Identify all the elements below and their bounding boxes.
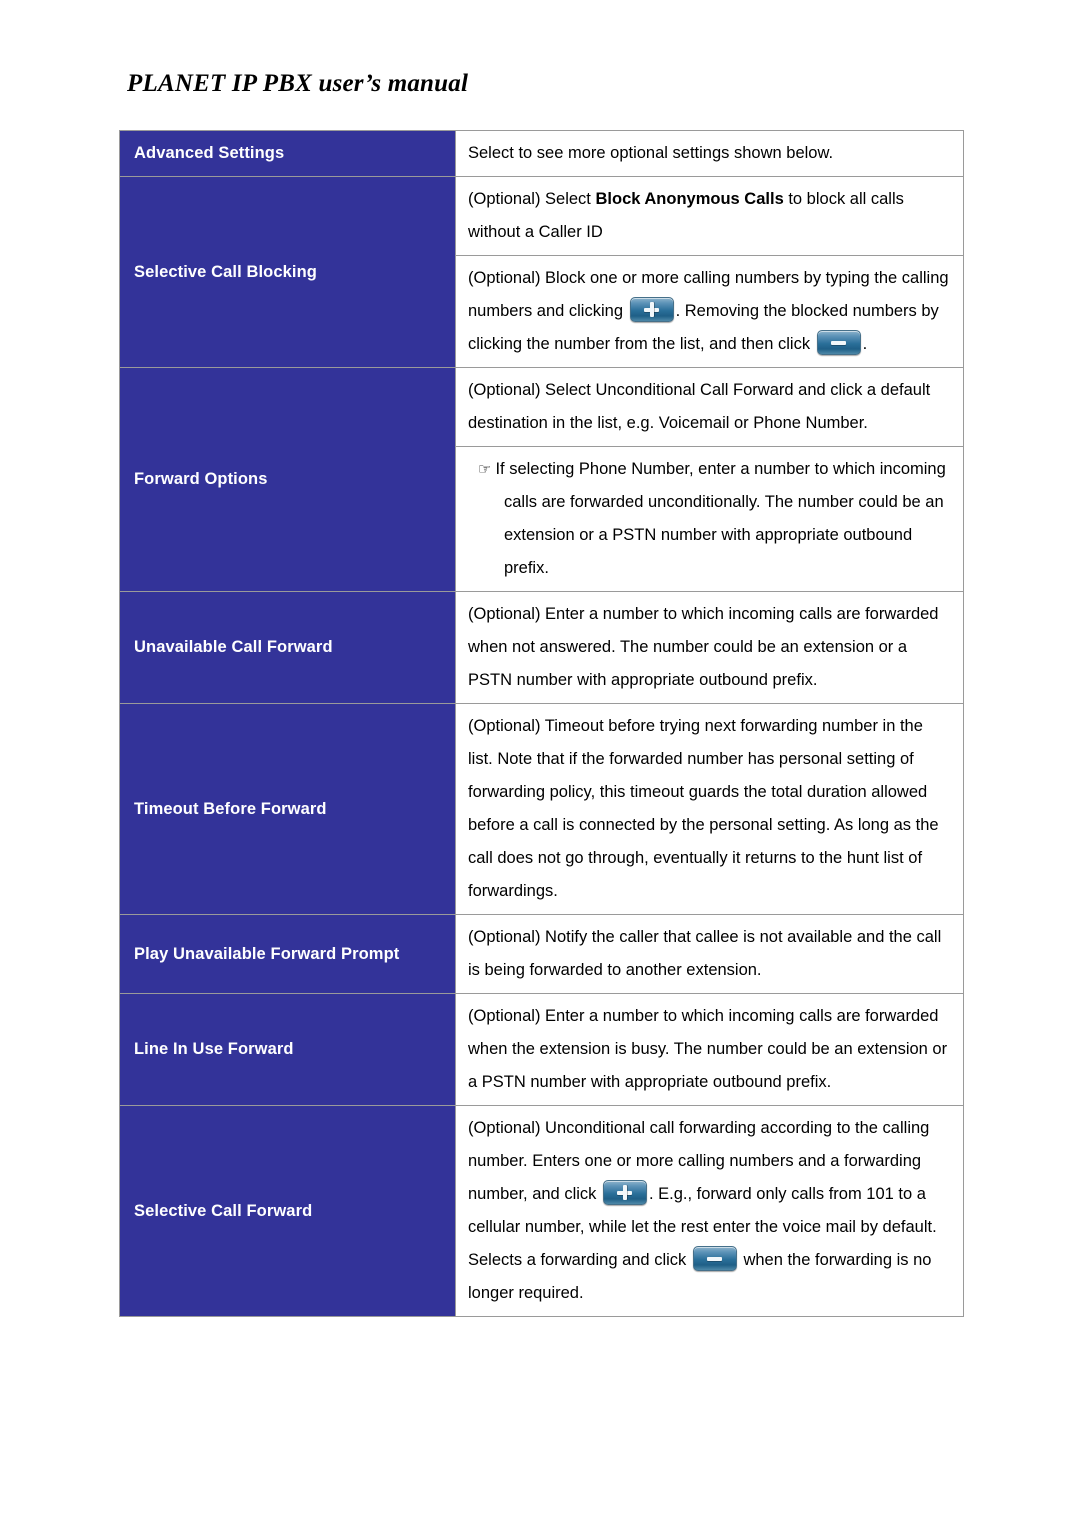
setting-label-cell: Selective Call Blocking <box>119 176 456 368</box>
setting-description-cell: (Optional) Unconditional call forwarding… <box>455 1105 964 1317</box>
setting-description-cell: (Optional) Select Unconditional Call For… <box>455 367 964 447</box>
description-text: . <box>862 335 868 353</box>
settings-description-table: Advanced Settings Select to see more opti… <box>119 130 964 1317</box>
table-row: Selective Call Forward (Optional) Uncondi… <box>119 1105 964 1317</box>
table-row: Advanced Settings Select to see more opti… <box>119 130 964 177</box>
table-row: Forward Options (Optional) Select Uncondi… <box>119 367 964 592</box>
setting-label-cell: Selective Call Forward <box>119 1105 456 1317</box>
setting-description-cell: ☞ If selecting Phone Number, enter a numb… <box>455 446 964 592</box>
description-paragraph: (Optional) Select Unconditional Call For… <box>468 381 931 432</box>
setting-description-cell: (Optional) Enter a number to which incom… <box>455 591 964 704</box>
page-title: PLANET IP PBX user’s manual <box>127 70 469 97</box>
table-row: Unavailable Call Forward (Optional) Enter… <box>119 591 964 704</box>
setting-label-cell: Forward Options <box>119 367 456 592</box>
plus-button-icon[interactable] <box>629 297 674 322</box>
setting-label-cell: Line In Use Forward <box>119 993 456 1106</box>
description-text: (Optional) Select <box>468 190 596 208</box>
description-text: If selecting Phone Number, enter a numbe… <box>495 460 946 577</box>
description-paragraph: (Optional) Notify the caller that callee… <box>468 928 942 979</box>
description-paragraph: ☞ If selecting Phone Number, enter a numb… <box>468 453 951 585</box>
minus-button-icon[interactable] <box>692 1246 737 1271</box>
setting-label: Line In Use Forward <box>134 1040 294 1059</box>
setting-description-cell: Select to see more optional settings sho… <box>455 130 964 177</box>
description-paragraph: (Optional) Enter a number to which incom… <box>468 605 939 689</box>
document-page: PLANET IP PBX user’s manual Advanced Set… <box>0 0 1080 1527</box>
description-paragraph: (Optional) Timeout before trying next fo… <box>468 717 939 900</box>
table-row: Play Unavailable Forward Prompt (Optional… <box>119 914 964 994</box>
setting-label: Advanced Settings <box>134 144 285 163</box>
setting-description-cell: (Optional) Notify the caller that callee… <box>455 914 964 994</box>
description-paragraph: Select to see more optional settings sho… <box>468 144 834 162</box>
table-row: Line In Use Forward (Optional) Enter a nu… <box>119 993 964 1106</box>
setting-label: Play Unavailable Forward Prompt <box>134 944 400 963</box>
setting-label: Selective Call Blocking <box>134 262 317 281</box>
description-paragraph: (Optional) Select Block Anonymous Calls … <box>468 183 951 249</box>
setting-description-cell: (Optional) Select Block Anonymous Calls … <box>455 176 964 256</box>
setting-label: Timeout Before Forward <box>134 799 327 818</box>
emphasised-term: Block Anonymous Calls <box>595 190 784 208</box>
setting-label-cell: Unavailable Call Forward <box>119 591 456 704</box>
setting-label: Unavailable Call Forward <box>134 638 333 657</box>
setting-description-cell: (Optional) Timeout before trying next fo… <box>455 703 964 915</box>
minus-button-icon[interactable] <box>816 330 861 355</box>
setting-description-cell: (Optional) Enter a number to which incom… <box>455 993 964 1106</box>
table-row: Timeout Before Forward (Optional) Timeout… <box>119 703 964 915</box>
setting-label-cell: Timeout Before Forward <box>119 703 456 915</box>
table-row: Selective Call Blocking (Optional) Select… <box>119 176 964 368</box>
table-body: Advanced Settings Select to see more opti… <box>119 130 964 1317</box>
setting-label-cell: Advanced Settings <box>119 130 456 177</box>
setting-description-cell: (Optional) Block one or more calling num… <box>455 255 964 368</box>
setting-label: Forward Options <box>134 470 268 489</box>
description-paragraph: (Optional) Unconditional call forwarding… <box>468 1112 951 1310</box>
pointing-hand-icon: ☞ <box>478 460 492 478</box>
setting-label: Selective Call Forward <box>134 1201 313 1220</box>
setting-label-cell: Play Unavailable Forward Prompt <box>119 914 456 994</box>
description-paragraph: (Optional) Block one or more calling num… <box>468 262 951 361</box>
plus-button-icon[interactable] <box>602 1180 647 1205</box>
description-paragraph: (Optional) Enter a number to which incom… <box>468 1007 948 1091</box>
